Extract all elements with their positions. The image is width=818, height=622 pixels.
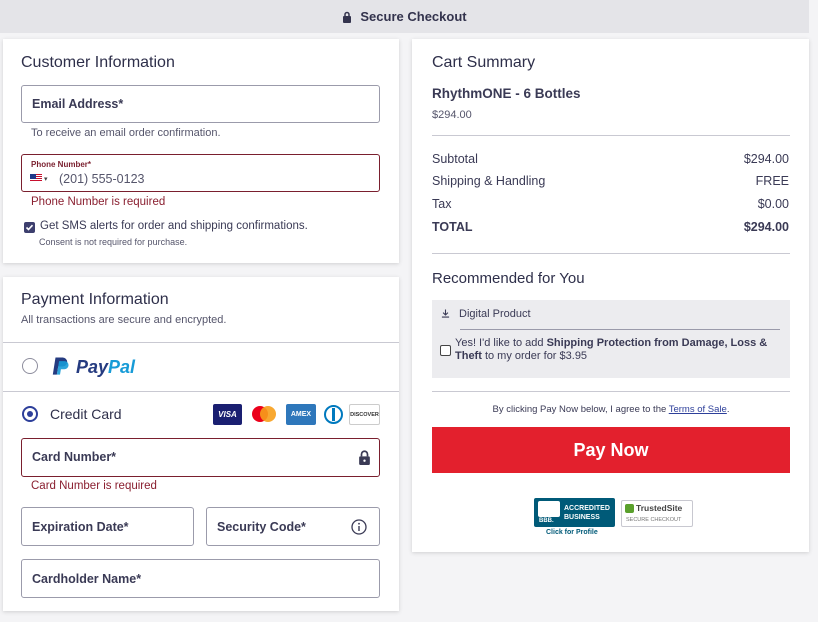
security-code-field[interactable]: Security Code* [206, 507, 380, 546]
sms-label: Get SMS alerts for order and shipping co… [40, 220, 308, 232]
bbb-badge[interactable]: BBB. ACCREDITED BUSINESS Click for Profi… [534, 498, 615, 538]
lock-icon [359, 450, 370, 465]
trustedsite-check-icon [625, 504, 634, 513]
country-dropdown-icon[interactable]: ▾ [44, 175, 48, 183]
trustedsite-sub: SECURE CHECKOUT [626, 517, 682, 523]
tax-value: $0.00 [757, 197, 789, 211]
visa-logo-icon: VISA [213, 404, 242, 425]
paypal-label-pal: Pal [108, 357, 136, 377]
paypal-option[interactable]: PayPal [3, 343, 399, 391]
cart-divider-1 [432, 135, 790, 136]
bbb-torch-icon [538, 501, 560, 517]
expiration-date-field[interactable]: Expiration Date* [21, 507, 194, 546]
card-number-error: Card Number is required [31, 480, 157, 492]
cart-summary-card: Cart Summary RhythmONE - 6 Bottles $294.… [412, 39, 809, 552]
recommended-divider [460, 329, 780, 330]
total-value: $294.00 [743, 220, 789, 234]
trustedsite-title: TrustedSite [636, 503, 683, 513]
shipping-label: Shipping & Handling [432, 174, 546, 188]
total-label: TOTAL [432, 220, 473, 234]
email-hint: To receive an email order confirmation. [31, 127, 221, 139]
security-code-label: Security Code* [217, 520, 306, 534]
offer-suffix: to my order for $3.95 [481, 350, 588, 362]
offer-prefix: Yes! I'd like to add [455, 337, 547, 349]
tax-label: Tax [432, 197, 452, 211]
cart-divider-2 [432, 253, 790, 254]
lock-icon [343, 11, 352, 23]
tax-row: Tax $0.00 [432, 197, 789, 211]
product-name: RhythmONE - 6 Bottles [432, 86, 581, 101]
shipping-row: Shipping & Handling FREE [432, 174, 789, 188]
download-icon [441, 309, 450, 318]
shipping-protection-label[interactable]: Yes! I'd like to add Shipping Protection… [455, 337, 780, 363]
subtotal-row: Subtotal $294.00 [432, 152, 789, 166]
terms-suffix: . [726, 404, 730, 415]
paypal-label: PayPal [76, 357, 135, 378]
email-label: Email Address* [32, 97, 124, 111]
paypal-logo-icon [52, 357, 69, 375]
card-number-label: Card Number* [32, 450, 117, 464]
sms-checkbox[interactable] [24, 222, 35, 233]
digital-product-tag: Digital Product [459, 308, 531, 320]
bbb-line2: BUSINESS [564, 514, 600, 521]
secure-checkout-title: Secure Checkout [360, 9, 467, 24]
sms-subtext: Consent is not required for purchase. [39, 237, 188, 247]
shipping-protection-checkbox[interactable] [440, 345, 451, 356]
secure-checkout-bar: Secure Checkout [0, 0, 809, 33]
phone-label: Phone Number* [31, 160, 92, 169]
total-row: TOTAL $294.00 [432, 220, 789, 234]
phone-field[interactable]: Phone Number* ▾ (201) 555-0123 [21, 154, 380, 192]
terms-prefix: By clicking Pay Now below, I agree to th… [492, 404, 669, 415]
terms-text: By clicking Pay Now below, I agree to th… [432, 404, 790, 415]
payment-divider-mid [3, 391, 399, 392]
credit-card-radio[interactable] [22, 406, 38, 422]
phone-error: Phone Number is required [31, 196, 166, 208]
cardholder-name-field[interactable]: Cardholder Name* [21, 559, 380, 598]
shipping-value: FREE [755, 174, 789, 188]
subtotal-value: $294.00 [743, 152, 789, 166]
subtotal-label: Subtotal [432, 152, 478, 166]
bbb-caption: Click for Profile [546, 529, 598, 536]
recommended-title: Recommended for You [432, 270, 585, 287]
trustedsite-badge[interactable]: TrustedSite SECURE CHECKOUT [621, 500, 693, 527]
product-price: $294.00 [432, 109, 472, 121]
us-flag-icon[interactable] [30, 174, 42, 182]
recommended-box: Digital Product Yes! I'd like to add Shi… [432, 300, 790, 378]
check-icon [25, 224, 34, 231]
amex-text: AMEX [290, 411, 312, 418]
credit-card-label[interactable]: Credit Card [50, 406, 122, 422]
terms-of-sale-link[interactable]: Terms of Sale [669, 404, 727, 415]
card-number-field[interactable]: Card Number* [21, 438, 380, 477]
info-icon[interactable] [351, 519, 367, 535]
bbb-line1: ACCREDITED [564, 505, 610, 512]
cart-divider-3 [432, 391, 790, 392]
customer-information-title: Customer Information [21, 54, 175, 71]
mastercard-logo-icon [249, 404, 279, 425]
payment-information-title: Payment Information [21, 291, 169, 308]
phone-placeholder: (201) 555-0123 [59, 172, 145, 186]
bbb-mark: BBB. [539, 518, 554, 524]
email-field[interactable]: Email Address* [21, 85, 380, 123]
amex-logo-icon: AMEX [286, 404, 316, 425]
customer-information-card: Customer Information Email Address* To r… [3, 39, 399, 263]
discover-text: DISCOVER [350, 411, 379, 418]
visa-text: VISA [218, 410, 237, 419]
expiration-date-label: Expiration Date* [32, 520, 129, 534]
cart-summary-title: Cart Summary [432, 54, 536, 71]
payment-subtitle: All transactions are secure and encrypte… [21, 314, 227, 326]
pay-now-button[interactable]: Pay Now [432, 427, 790, 473]
paypal-label-pay: Pay [76, 357, 109, 377]
paypal-radio[interactable] [22, 358, 38, 374]
diners-logo-icon [323, 404, 344, 425]
cardholder-name-label: Cardholder Name* [32, 572, 142, 586]
payment-information-card: Payment Information All transactions are… [3, 277, 399, 611]
discover-logo-icon: DISCOVER [349, 404, 380, 425]
